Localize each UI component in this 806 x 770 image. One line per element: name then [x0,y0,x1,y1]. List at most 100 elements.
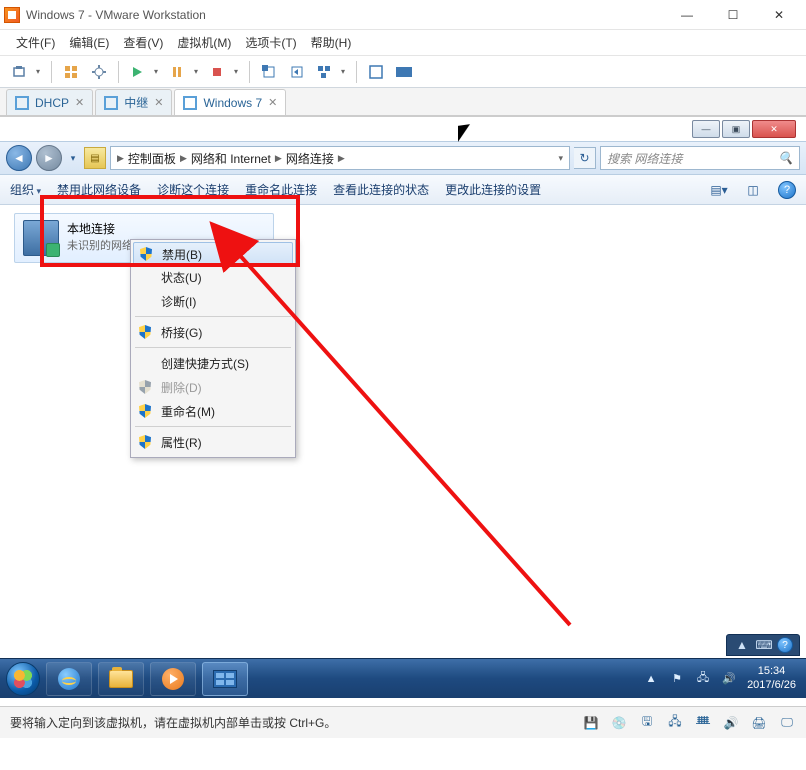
help-round-icon[interactable]: ? [777,637,793,653]
settings-button[interactable] [87,60,111,84]
menu-edit[interactable]: 编辑(E) [63,32,115,53]
vm-tab-close-icon[interactable]: ✕ [268,96,277,109]
ctx-delete: 删除(D) [133,375,293,399]
maximize-button[interactable]: ☐ [710,1,756,29]
view-status-button[interactable]: 查看此连接的状态 [333,181,429,198]
ctx-properties[interactable]: 属性(R) [133,430,293,454]
device-hdd-icon[interactable]: 💾 [582,714,600,732]
device-printer-icon[interactable]: 🖨 [750,714,768,732]
thumbnail-button[interactable] [59,60,83,84]
clock-time: 15:34 [747,665,796,679]
vmware-toolbar [0,56,806,88]
minimize-button[interactable]: ― [664,1,710,29]
snapshot-mgr-button[interactable] [313,60,349,84]
ctx-bridge[interactable]: 桥接(G) [133,320,293,344]
ctx-shortcut[interactable]: 创建快捷方式(S) [133,351,293,375]
nav-forward-button[interactable]: ► [36,145,62,171]
context-menu: 禁用(B) 状态(U) 诊断(I) 桥接(G) 创建快捷方式(S) [130,239,296,458]
help-icon[interactable]: ? [778,181,796,199]
taskbar-control-panel[interactable] [202,662,248,696]
suspend-button[interactable] [166,60,202,84]
chevron-down-icon[interactable]: ▾ [558,153,563,164]
keyboard-icon[interactable]: ⌨ [755,636,773,654]
guest-display[interactable]: ― ▣ ✕ ◄ ► ▾ ▤ ▶ 控制面板 ▶ 网络和 Internet ▶ 网络… [0,116,806,738]
device-usb-icon[interactable]: ᚙ [694,714,712,732]
address-folder-icon: ▤ [84,147,106,169]
breadcrumb-item[interactable]: 网络和 Internet [191,150,271,167]
vm-tab-close-icon[interactable]: ✕ [75,96,84,109]
library-button[interactable] [8,60,44,84]
taskbar-ie[interactable] [46,662,92,696]
folder-icon [109,670,133,688]
taskbar-media-player[interactable] [150,662,196,696]
unity-button[interactable] [392,60,416,84]
device-display-icon[interactable]: 🖵 [778,714,796,732]
vm-tab-icon [104,96,118,110]
diagnose-button[interactable]: 诊断这个连接 [157,181,229,198]
guest-close-button[interactable]: ✕ [752,120,796,138]
explorer-nav-header: ◄ ► ▾ ▤ ▶ 控制面板 ▶ 网络和 Internet ▶ 网络连接 ▶ ▾… [0,141,806,175]
ctx-label: 创建快捷方式(S) [161,355,249,372]
device-floppy-icon[interactable]: 🖫 [638,714,656,732]
breadcrumb-item[interactable]: 网络连接 [286,150,334,167]
guest-minimize-button[interactable]: ― [692,120,720,138]
guest-maximize-button[interactable]: ▣ [722,120,750,138]
explorer-command-bar: 组织 禁用此网络设备 诊断这个连接 重命名此连接 查看此连接的状态 更改此连接的… [0,175,806,205]
power-on-button[interactable] [126,60,162,84]
breadcrumb-item[interactable]: 控制面板 [128,150,176,167]
close-button[interactable]: ✕ [756,1,802,29]
device-cd-icon[interactable]: 💿 [610,714,628,732]
cursor-icon [458,125,472,145]
snapshot-button[interactable] [257,60,281,84]
device-network-icon[interactable]: 🖧 [666,714,684,732]
fullscreen-button[interactable] [364,60,388,84]
disable-device-button[interactable]: 禁用此网络设备 [57,181,141,198]
organize-button[interactable]: 组织 [10,181,41,198]
ctx-diagnose[interactable]: 诊断(I) [133,289,293,313]
vm-tab-windows7[interactable]: Windows 7 ✕ [174,89,286,115]
taskbar-explorer[interactable] [98,662,144,696]
ctx-label: 属性(R) [161,434,202,451]
menu-file[interactable]: 文件(F) [10,32,61,53]
refresh-button[interactable]: ↻ [574,147,596,169]
search-input[interactable]: 搜索 网络连接 🔍 [600,146,800,170]
flag-icon[interactable]: ⚑ [669,671,685,687]
menu-help[interactable]: 帮助(H) [305,32,358,53]
vm-tab-dhcp[interactable]: DHCP ✕ [6,89,93,115]
power-off-button[interactable] [206,60,242,84]
view-mode-button[interactable]: ▤▾ [710,181,728,199]
tray-up-icon[interactable]: ▲ [643,671,659,687]
snapshot-revert-button[interactable] [285,60,309,84]
vm-tab-close-icon[interactable]: ✕ [154,96,163,109]
vm-tab-relay[interactable]: 中继 ✕ [95,89,172,115]
vmware-icon [4,7,20,23]
menu-separator [135,347,291,348]
ctx-rename[interactable]: 重命名(M) [133,399,293,423]
ctx-label: 删除(D) [161,379,202,396]
preview-pane-button[interactable]: ◫ [744,181,762,199]
menu-separator [135,426,291,427]
ctx-status[interactable]: 状态(U) [133,265,293,289]
clock-date: 2017/6/26 [747,679,796,693]
explorer-content[interactable]: 本地连接 未识别的网络 禁用(B) 状态(U) 诊断(I) 桥接(G) [0,205,806,665]
tray-up-icon[interactable]: ▲ [733,636,751,654]
network-adapter-icon [23,220,59,256]
breadcrumb[interactable]: ▶ 控制面板 ▶ 网络和 Internet ▶ 网络连接 ▶ ▾ [110,146,570,170]
menu-tabs[interactable]: 选项卡(T) [239,32,302,53]
clock[interactable]: 15:34 2017/6/26 [747,665,796,693]
volume-icon[interactable]: 🔊 [721,671,737,687]
shield-icon [140,247,154,261]
menu-view[interactable]: 查看(V) [117,32,169,53]
ctx-label: 桥接(G) [161,324,202,341]
ctx-disable[interactable]: 禁用(B) [133,242,293,266]
rename-button[interactable]: 重命名此连接 [245,181,317,198]
vmware-menubar: 文件(F) 编辑(E) 查看(V) 虚拟机(M) 选项卡(T) 帮助(H) [0,30,806,56]
vmware-titlebar: Windows 7 - VMware Workstation ― ☐ ✕ [0,0,806,30]
change-settings-button[interactable]: 更改此连接的设置 [445,181,541,198]
start-button[interactable] [6,662,40,696]
device-sound-icon[interactable]: 🔊 [722,714,740,732]
nav-history-dropdown[interactable]: ▾ [66,148,80,168]
menu-vm[interactable]: 虚拟机(M) [171,32,237,53]
nav-back-button[interactable]: ◄ [6,145,32,171]
network-icon[interactable]: 🖧 [695,671,711,687]
